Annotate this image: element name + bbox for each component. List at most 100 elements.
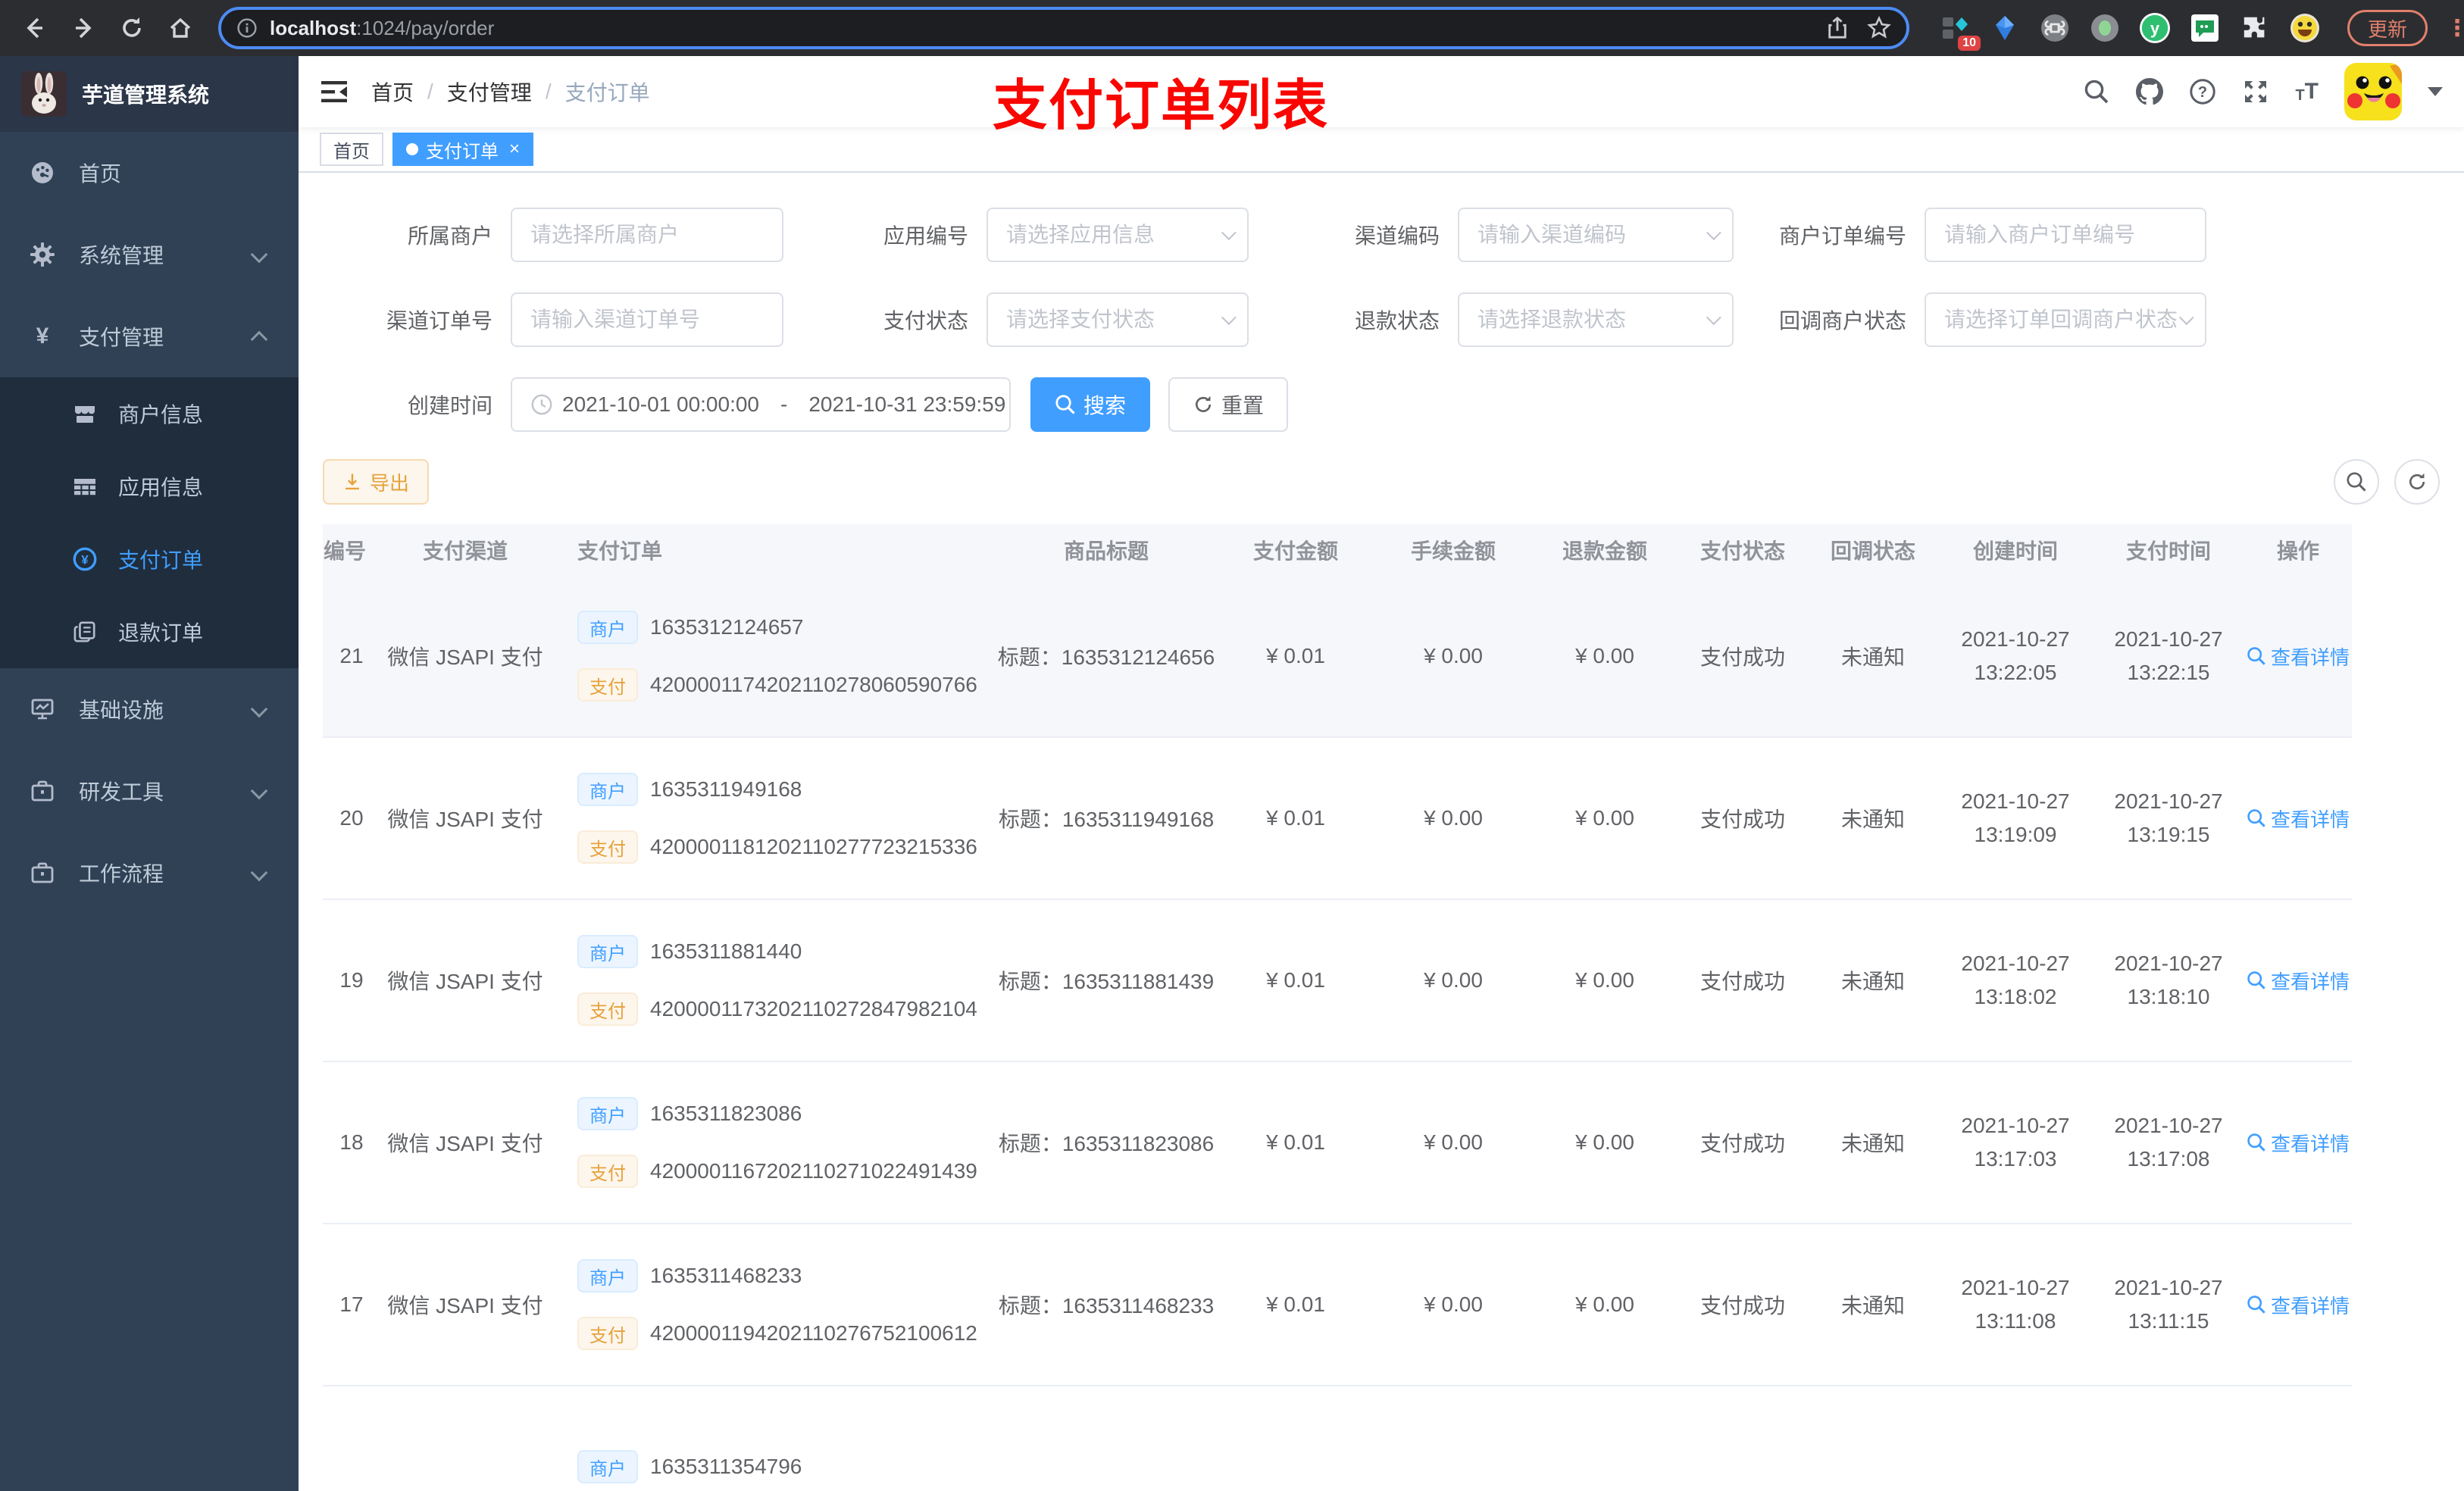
export-button[interactable]: 导出 [323,459,430,505]
help-icon[interactable]: ? [2189,78,2216,105]
tab-close-icon[interactable]: × [509,139,520,160]
sidebar-item-label: 应用信息 [118,476,204,499]
extension-vue-devtools-icon[interactable]: y [2140,13,2170,43]
breadcrumb-home[interactable]: 首页 [371,77,414,107]
browser-back-button[interactable] [15,8,55,48]
sidebar-item-workflow[interactable]: 工作流程 [0,832,299,914]
sidebar-item-label: 基础设施 [79,699,164,722]
extension-gem-icon[interactable] [1990,13,2020,43]
sidebar-item-infra[interactable]: 基础设施 [0,668,299,750]
merchant-input[interactable] [530,223,764,247]
merchant-order-no-field[interactable] [1925,208,2206,262]
sidebar-item-refund-order[interactable]: 退款订单 [0,595,299,668]
shop-icon [73,402,97,426]
view-detail-link[interactable]: 查看详情 [2247,642,2350,670]
navbar-actions: ? TT [2083,63,2443,120]
share-icon[interactable] [1826,17,1849,39]
merchant-order-line: 商户 1635311354796 [577,1450,802,1483]
cell-order: 商户 1635311823086 支付 42000011672021102710… [550,1097,996,1188]
channel-code-select[interactable] [1458,208,1734,262]
extension-dot-icon[interactable] [2090,13,2120,43]
extension-chat-icon[interactable] [2190,13,2220,43]
view-detail-link[interactable]: 查看详情 [2247,805,2350,833]
sidebar-item-pay-order[interactable]: ¥ 支付订单 [0,523,299,595]
yen-icon: ¥ [36,324,49,349]
app-select[interactable] [987,208,1249,262]
pay-status-select[interactable] [987,292,1249,347]
reset-button[interactable]: 重置 [1168,377,1289,432]
extension-command-icon[interactable] [2040,13,2070,43]
page-content: 所属商户 应用编号 渠道编码 [299,173,2464,1491]
briefcase-icon [30,861,55,885]
show-search-toggle-button[interactable] [2334,459,2379,505]
extension-blocks-icon[interactable]: 10 [1940,13,1981,51]
pay-order-no: 4200001173202110272847982104 [650,997,977,1021]
fullscreen-icon[interactable] [2242,78,2269,105]
view-detail-link[interactable]: 查看详情 [2247,1291,2350,1319]
refund-status-select[interactable] [1458,292,1734,347]
col-header-status: 支付状态 [1699,539,1785,563]
channel-code-input[interactable] [1477,223,1714,247]
chevron-down-icon [250,782,268,800]
url-bar[interactable]: localhost:1024/pay/order [218,7,1909,49]
create-time-range-picker[interactable]: 2021-10-01 00:00:00 - 2021-10-31 23:59:5… [511,377,1011,432]
merchant-tag: 商户 [577,1450,638,1483]
sidebar-item-merchant-info[interactable]: 商户信息 [0,377,299,450]
tab-pay-order[interactable]: 支付订单 × [392,133,534,166]
channel-order-no-field[interactable] [511,292,783,347]
view-detail-link[interactable]: 查看详情 [2247,1129,2350,1157]
tab-home[interactable]: 首页 [320,133,383,166]
extensions-puzzle-icon[interactable] [2240,13,2270,43]
search-button[interactable]: 搜索 [1030,377,1151,432]
sidebar-item-app-info[interactable]: 应用信息 [0,450,299,523]
col-header-action: 操作 [2276,539,2319,563]
refund-status-input[interactable] [1477,308,1714,332]
sidebar-collapse-button[interactable] [320,77,350,107]
sidebar-item-label: 首页 [79,162,122,186]
merchant-order-no: 1635311881440 [650,939,802,963]
user-avatar[interactable] [2344,63,2402,120]
merchant-select[interactable] [511,208,783,262]
browser-update-button[interactable]: 更新 [2347,10,2428,46]
screen: localhost:1024/pay/order 10 y 更新 芋道管理系统 … [0,0,2464,1491]
breadcrumb-parent[interactable]: 支付管理 [447,77,532,107]
page-info-icon[interactable] [236,17,258,39]
view-detail-link[interactable]: 查看详情 [2247,967,2350,995]
app-logo[interactable]: 芋道管理系统 [0,56,299,132]
view-detail-search-icon [2247,971,2265,989]
avatar-caret-icon[interactable] [2428,87,2443,96]
notify-status-select[interactable] [1925,292,2206,347]
cell-order: 商户 1635311949168 支付 42000011812021102777… [550,773,996,864]
browser-forward-button[interactable] [64,8,103,48]
app-input[interactable] [1006,223,1229,247]
sidebar-item-devtools[interactable]: 研发工具 [0,750,299,832]
browser-reload-button[interactable] [112,8,152,48]
cell-id: 17 [339,1293,364,1316]
paid-time: 13:11:15 [2128,1309,2209,1333]
browser-home-button[interactable] [161,8,200,48]
download-icon [346,474,359,490]
merchant-order-no-input[interactable] [1944,223,2187,247]
browser-menu-icon[interactable]: ⋮ [2446,15,2464,42]
sidebar-item-pay[interactable]: ¥ 支付管理 [0,295,299,377]
sidebar-item-home[interactable]: 首页 [0,132,299,214]
cell-title: 标题：1635311881439 [998,970,1215,993]
grid-icon [73,474,97,499]
notify-status-input[interactable] [1944,308,2187,332]
view-detail-label: 查看详情 [2270,1294,2350,1318]
merchant-tag: 商户 [577,1097,638,1130]
cell-paid: 2021-10-27 13:19:15 [2093,785,2244,852]
font-size-icon[interactable]: TT [2295,80,2319,104]
channel-order-no-input[interactable] [530,308,764,332]
header-search-icon[interactable] [2083,78,2110,105]
reload-icon [123,17,141,37]
bookmark-star-icon[interactable] [1867,16,1891,40]
refresh-table-button[interactable] [2394,459,2440,505]
cell-id: 19 [339,968,364,992]
profile-emoji-icon[interactable] [2290,13,2320,43]
github-icon[interactable] [2136,78,2164,105]
cell-paid: 2021-10-27 13:18:10 [2093,947,2244,1014]
sidebar-item-system[interactable]: 系统管理 [0,214,299,295]
cell-id: 20 [339,806,364,830]
pay-status-input[interactable] [1006,308,1229,332]
